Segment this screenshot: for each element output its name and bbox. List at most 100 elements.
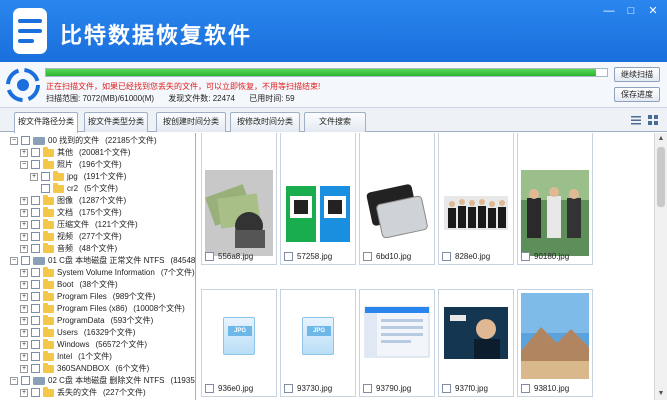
thumbnail-card[interactable]: 828e0.jpg xyxy=(438,133,514,265)
tab-file-search[interactable]: 文件搜索 xyxy=(304,112,366,132)
tree-checkbox[interactable] xyxy=(31,292,40,302)
tree-checkbox[interactable] xyxy=(31,160,40,170)
expand-toggle-icon[interactable]: + xyxy=(20,388,28,397)
tree-item[interactable]: + 图像 (1287个文件) xyxy=(20,194,126,207)
expand-toggle-icon[interactable]: − xyxy=(20,160,28,169)
expand-toggle-icon[interactable]: + xyxy=(20,340,28,349)
thumbnail-checkbox[interactable] xyxy=(284,252,293,261)
tree-item[interactable]: + Intel (1个文件) xyxy=(20,350,112,363)
thumbnail-card[interactable]: 93810.jpg xyxy=(517,289,593,397)
tree-checkbox[interactable] xyxy=(31,232,40,242)
maximize-button[interactable]: □ xyxy=(622,4,640,18)
tree-item[interactable]: + 丢失的文件 (227个文件) xyxy=(20,386,146,399)
tree-item[interactable]: + jpg (191个文件) xyxy=(30,170,126,183)
tree-checkbox[interactable] xyxy=(31,196,40,206)
tab-by-modified[interactable]: 按修改时间分类 xyxy=(230,112,300,132)
expand-toggle-icon[interactable]: + xyxy=(20,280,28,289)
tree-checkbox[interactable] xyxy=(31,268,40,278)
expand-toggle-icon[interactable]: − xyxy=(10,256,18,265)
thumbnail-checkbox[interactable] xyxy=(205,384,214,393)
tree-item[interactable]: − 照片 (196个文件) xyxy=(20,158,122,171)
tree-checkbox[interactable] xyxy=(41,184,50,194)
tree-checkbox[interactable] xyxy=(31,244,40,254)
thumbnail-card[interactable]: JPG 93730.jpg xyxy=(280,289,356,397)
thumbnail-card[interactable]: 937f0.jpg xyxy=(438,289,514,397)
expand-toggle-icon[interactable]: + xyxy=(20,292,28,301)
tree-item[interactable]: + Program Files (x86) (10008个文件) xyxy=(20,302,185,315)
expand-toggle-icon[interactable]: + xyxy=(20,304,28,313)
thumbnail-checkbox[interactable] xyxy=(284,384,293,393)
tree-checkbox[interactable] xyxy=(21,136,30,146)
expand-toggle-icon[interactable]: + xyxy=(20,244,28,253)
tree-item[interactable]: + Boot (38个文件) xyxy=(20,278,118,291)
tree-item[interactable]: + 音频 (48个文件) xyxy=(20,242,117,255)
tree-item[interactable]: − 00 找到的文件 (22185个文件) xyxy=(10,135,157,147)
expand-toggle-icon[interactable]: + xyxy=(20,316,28,325)
tree-checkbox[interactable] xyxy=(31,220,40,230)
thumbnail-card[interactable]: 556a8.jpg xyxy=(201,133,277,265)
expand-toggle-icon[interactable]: + xyxy=(20,208,28,217)
save-progress-button[interactable]: 保存进度 xyxy=(614,87,660,102)
tab-by-created[interactable]: 按创建时间分类 xyxy=(156,112,226,132)
close-button[interactable]: ✕ xyxy=(644,4,662,18)
expand-toggle-icon[interactable]: + xyxy=(20,364,28,373)
thumbnail-checkbox[interactable] xyxy=(205,252,214,261)
thumbnail-checkbox[interactable] xyxy=(363,384,372,393)
thumbnail-checkbox[interactable] xyxy=(521,384,530,393)
expand-toggle-icon[interactable]: + xyxy=(20,328,28,337)
tree-checkbox[interactable] xyxy=(41,172,50,182)
thumbnail-card[interactable]: 6bd10.jpg xyxy=(359,133,435,265)
tree-checkbox[interactable] xyxy=(21,256,30,266)
tree-checkbox[interactable] xyxy=(31,208,40,218)
tree-checkbox[interactable] xyxy=(31,388,40,398)
list-view-icon[interactable] xyxy=(630,114,642,126)
thumbnail-card[interactable]: JPG 936e0.jpg xyxy=(201,289,277,397)
thumbnail-card[interactable]: 90180.jpg xyxy=(517,133,593,265)
thumbnail-checkbox[interactable] xyxy=(442,252,451,261)
thumbnail-card[interactable]: 57258.jpg xyxy=(280,133,356,265)
tree-item[interactable]: + 其他 (20081个文件) xyxy=(20,146,131,159)
tree-item[interactable]: + 文档 (175个文件) xyxy=(20,206,122,219)
expand-toggle-icon[interactable]: + xyxy=(20,232,28,241)
minimize-button[interactable]: — xyxy=(600,4,618,18)
tree-checkbox[interactable] xyxy=(31,316,40,326)
thumbnail-checkbox[interactable] xyxy=(363,252,372,261)
expand-toggle-icon[interactable]: + xyxy=(20,148,28,157)
tree-item[interactable]: cr2 (5个文件) xyxy=(30,182,118,195)
tree-item[interactable]: − 01 C盘 本地磁盘 正常文件 NTFS (84548个文件) xyxy=(10,255,195,267)
scroll-thumb[interactable] xyxy=(657,147,665,207)
expand-toggle-icon[interactable]: − xyxy=(10,376,18,385)
scroll-up-icon[interactable]: ▲ xyxy=(655,133,667,145)
expand-toggle-icon[interactable]: + xyxy=(20,220,28,229)
tree-item[interactable]: + ProgramData (593个文件) xyxy=(20,314,153,327)
tree-checkbox[interactable] xyxy=(31,364,40,374)
tree-checkbox[interactable] xyxy=(31,328,40,338)
tab-by-path[interactable]: 按文件路径分类 xyxy=(14,112,78,133)
continue-scan-button[interactable]: 继续扫描 xyxy=(614,67,660,82)
expand-toggle-icon[interactable]: + xyxy=(20,196,28,205)
thumbnail-view-icon[interactable] xyxy=(647,114,659,126)
expand-toggle-icon[interactable]: + xyxy=(20,268,28,277)
tree-item[interactable]: + 视频 (277个文件) xyxy=(20,230,122,243)
tree-item[interactable]: + 压缩文件 (121个文件) xyxy=(20,218,138,231)
thumbnail-checkbox[interactable] xyxy=(442,384,451,393)
tree-checkbox[interactable] xyxy=(31,352,40,362)
expand-toggle-icon[interactable]: + xyxy=(20,352,28,361)
tree-item[interactable]: + Users (16329个文件) xyxy=(20,326,135,339)
tree-checkbox[interactable] xyxy=(21,376,30,386)
tree-item[interactable]: − 02 C盘 本地磁盘 删除文件 NTFS (11935个文件) xyxy=(10,375,195,387)
tree-item[interactable]: + System Volume Information (7个文件) xyxy=(20,266,195,279)
thumbnail-checkbox[interactable] xyxy=(521,252,530,261)
tree-item[interactable]: + Program Files (989个文件) xyxy=(20,290,155,303)
scroll-down-icon[interactable]: ▼ xyxy=(655,388,667,400)
tab-by-type[interactable]: 按文件类型分类 xyxy=(84,112,148,132)
tree-checkbox[interactable] xyxy=(31,280,40,290)
thumbnail-card[interactable]: 93790.jpg xyxy=(359,289,435,397)
tree-item[interactable]: + Windows (56572个文件) xyxy=(20,338,147,351)
grid-scrollbar[interactable]: ▲ ▼ xyxy=(654,133,667,400)
expand-toggle-icon[interactable]: − xyxy=(10,136,18,145)
tree-checkbox[interactable] xyxy=(31,148,40,158)
tree-checkbox[interactable] xyxy=(31,304,40,314)
tree-item[interactable]: +360SANDBOX (6个文件) xyxy=(20,362,149,375)
tree-checkbox[interactable] xyxy=(31,340,40,350)
